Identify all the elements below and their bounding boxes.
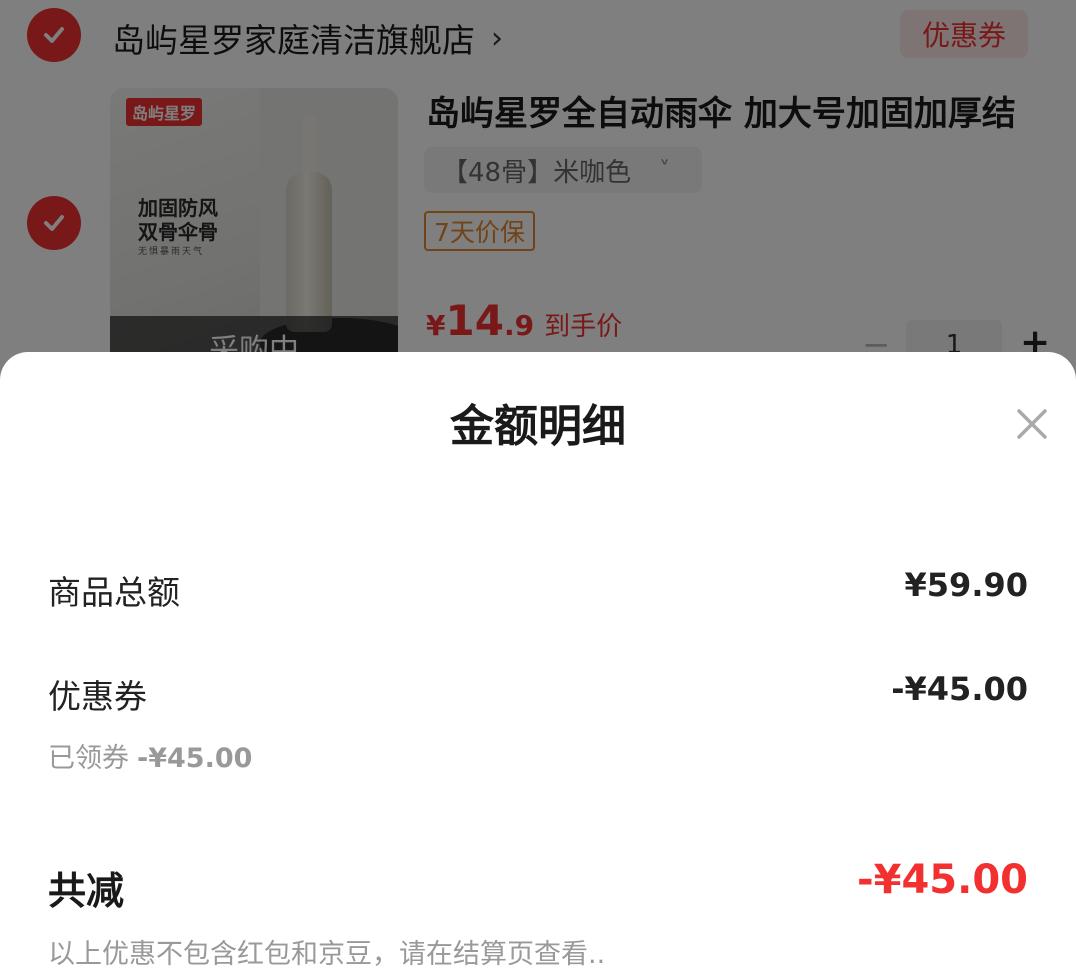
goods-total-value: ¥59.90 [904, 566, 1028, 604]
claimed-coupon-amount: -¥45.00 [137, 743, 253, 774]
discount-note: 以上优惠不包含红包和京豆，请在结算页查看.. [48, 939, 606, 970]
claimed-coupon-detail: 已领券 -¥45.00 [48, 736, 252, 775]
close-button[interactable] [1010, 402, 1054, 446]
coupon-label: 优惠券 [48, 677, 147, 716]
total-discount-label: 共减 [48, 869, 125, 913]
sheet-title: 金额明细 [450, 401, 626, 452]
close-icon [1017, 409, 1047, 439]
amount-detail-sheet: 金额明细 商品总额 ¥59.90 优惠券 -¥45.00 已领券 -¥45.00 … [0, 352, 1076, 975]
coupon-value: -¥45.00 [891, 670, 1028, 708]
total-discount-value: -¥45.00 [857, 857, 1028, 903]
claimed-coupon-label: 已领券 [48, 743, 129, 774]
goods-total-label: 商品总额 [48, 573, 180, 612]
